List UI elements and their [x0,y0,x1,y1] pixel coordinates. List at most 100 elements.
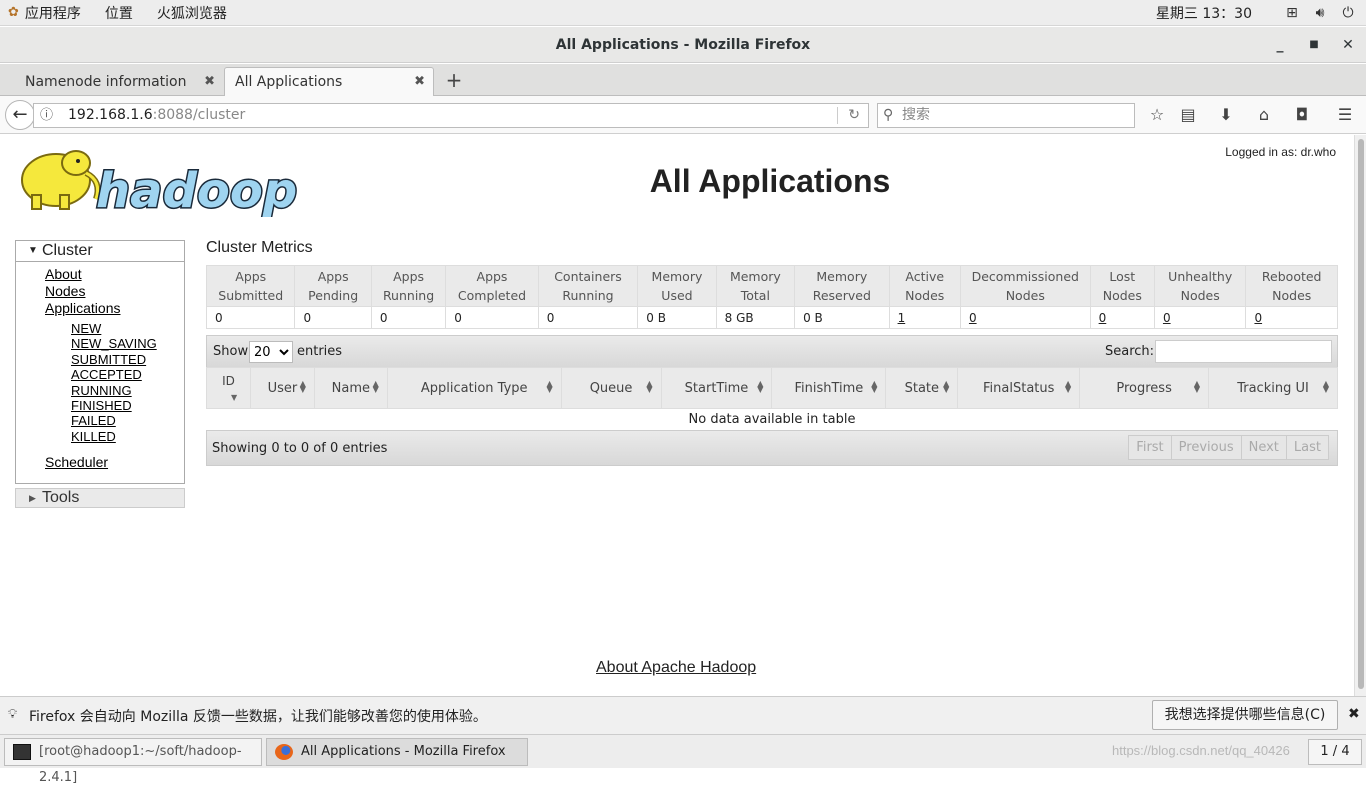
metric-value-link[interactable]: 0 [1254,311,1262,325]
metric-header-line: Nodes [1180,288,1220,303]
url-bar[interactable]: ⓘ 192.168.1.6:8088/cluster ↻ [33,103,869,128]
metric-value-link[interactable]: 0 [1099,311,1107,325]
metric-value[interactable]: 0 [1153,306,1247,329]
column-header[interactable]: Name ▲ ▼ [313,367,388,409]
state-link-finished[interactable]: FINISHED [71,398,184,413]
metric-header-line: Apps [393,269,425,284]
sort-icon: ▲ ▼ [871,379,878,394]
table-search-input[interactable] [1155,340,1332,363]
sort-icon: ▲ ▼ [546,379,553,394]
entries-label: entries [297,344,343,359]
home-icon[interactable]: ⌂ [1253,104,1275,126]
url-separator [837,107,838,124]
power-icon[interactable]: ⏻ [1340,5,1356,21]
close-window-icon[interactable]: ✕ [1333,27,1363,63]
scrollbar-thumb[interactable] [1358,139,1364,689]
column-header[interactable]: Queue ▲ ▼ [560,367,662,409]
pager-button-last[interactable]: Last [1285,435,1329,460]
reload-icon[interactable]: ↻ [848,104,860,127]
metric-value-text: 8 GB [724,310,754,325]
state-link-failed[interactable]: FAILED [71,413,184,428]
taskbar-terminal[interactable]: [root@hadoop1:~/soft/hadoop-2.4.1] [4,738,262,785]
tab-label: Namenode information [25,74,187,90]
metric-header: Lost Nodes [1089,265,1155,307]
metric-header-line: Nodes [1005,288,1045,303]
maximize-icon[interactable]: ■ [1299,27,1329,63]
pager-button-previous[interactable]: Previous [1170,435,1242,460]
download-icon[interactable]: ⬇ [1215,104,1237,126]
column-header[interactable]: FinishTime ▲ ▼ [771,367,887,409]
page-content: hadoop All Applications Logged in as: dr… [0,135,1354,696]
pocket-icon[interactable]: ◘ [1291,104,1313,126]
apps-menu-icon[interactable]: ✿ [8,5,19,20]
new-tab-icon[interactable]: + [444,66,464,94]
sort-icon: ▲ ▼ [372,379,379,394]
metric-header: Memory Reserved [794,265,890,307]
column-header[interactable]: Progress ▲ ▼ [1079,367,1210,409]
volume-icon[interactable]: 🔊︎ [1312,5,1328,21]
gnome-top-bar: ✿ 应用程序 位置 火狐浏览器 星期三 13：30 ⊞ 🔊︎ ⏻ [0,0,1366,26]
column-header[interactable]: FinalStatus ▲ ▼ [957,367,1081,409]
metric-value-link[interactable]: 0 [969,311,977,325]
metric-value[interactable]: 0 [1089,306,1155,329]
metric-value[interactable]: 1 [888,306,961,329]
clock[interactable]: 星期三 13：30 [1156,3,1252,23]
sidebar-link-about[interactable]: About [45,266,184,283]
column-label: Application Type [420,380,528,396]
pager-button-next[interactable]: Next [1240,435,1287,460]
minimize-icon[interactable]: _ [1265,27,1295,63]
metric-value-link[interactable]: 0 [1163,311,1171,325]
cluster-accordion-header[interactable]: ▼ Cluster [15,240,185,262]
taskbar-firefox[interactable]: All Applications - Mozilla Firefox [266,738,528,766]
state-link-submitted[interactable]: SUBMITTED [71,352,184,367]
metric-value[interactable]: 0 [959,306,1091,329]
applications-menu[interactable]: 应用程序 [25,3,81,23]
metric-value: 0 [294,306,372,329]
firefox-menu[interactable]: 火狐浏览器 [157,3,227,23]
column-header[interactable]: Tracking UI ▲ ▼ [1208,367,1338,409]
sidebar-link-applications[interactable]: Applications [45,300,184,317]
metric-header-line: Running [562,288,614,303]
close-tab-icon[interactable]: ✖ [414,68,425,96]
sidebar-link-nodes[interactable]: Nodes [45,283,184,300]
bookmark-star-icon[interactable]: ☆ [1146,104,1168,126]
column-header[interactable]: User ▲ ▼ [249,367,315,409]
close-tab-icon[interactable]: ✖ [204,68,215,96]
hamburger-menu-icon[interactable]: ☰ [1334,104,1356,126]
close-notification-icon[interactable]: ✖ [1348,706,1360,722]
back-arrow-icon[interactable]: ← [5,100,35,130]
sort-icon: ▲ ▼ [1193,379,1201,394]
column-header[interactable]: State ▲ ▼ [885,367,959,409]
search-input[interactable]: ⚲ 搜索 [877,103,1135,128]
sidebar-link-scheduler[interactable]: Scheduler [45,454,184,471]
tools-accordion-header[interactable]: ▶ Tools [15,488,185,509]
state-link-accepted[interactable]: ACCEPTED [71,367,184,382]
info-icon[interactable]: ⓘ [40,104,56,127]
workspace-indicator[interactable]: 1 / 4 [1308,739,1362,765]
metric-value-link[interactable]: 1 [898,311,906,325]
watermark: https://blog.csdn.net/qq_40426 [1112,743,1290,758]
state-link-new[interactable]: NEW [71,321,184,336]
pager-button-first[interactable]: First [1128,435,1172,460]
column-header[interactable]: StartTime ▲ ▼ [660,367,773,409]
reading-list-icon[interactable]: ▤ [1177,104,1199,126]
vertical-scrollbar[interactable] [1354,135,1366,696]
state-link-killed[interactable]: KILLED [71,429,184,444]
metric-header: Unhealthy Nodes [1153,265,1247,307]
column-label: Progress [1116,380,1172,396]
sort-icon: ▲ ▼ [1322,379,1329,394]
page-title: All Applications [649,163,891,199]
page-size-select[interactable]: 20 [249,341,293,363]
metric-value-text: 0 [546,310,555,325]
tab-all-applications[interactable]: All Applications ✖ [224,67,434,96]
metric-value[interactable]: 0 [1245,306,1338,329]
column-header[interactable]: ID ▼ [206,367,251,409]
tab-namenode-information[interactable]: Namenode information ✖ [2,67,224,96]
about-apache-hadoop-link[interactable]: About Apache Hadoop [596,659,756,677]
state-link-running[interactable]: RUNNING [71,383,184,398]
column-header[interactable]: Application Type ▲ ▼ [386,367,562,409]
network-icon[interactable]: ⊞ [1284,5,1300,21]
choose-info-button[interactable]: 我想选择提供哪些信息(C) [1152,700,1338,730]
places-menu[interactable]: 位置 [105,3,133,23]
state-link-new-saving[interactable]: NEW_SAVING [71,336,184,351]
